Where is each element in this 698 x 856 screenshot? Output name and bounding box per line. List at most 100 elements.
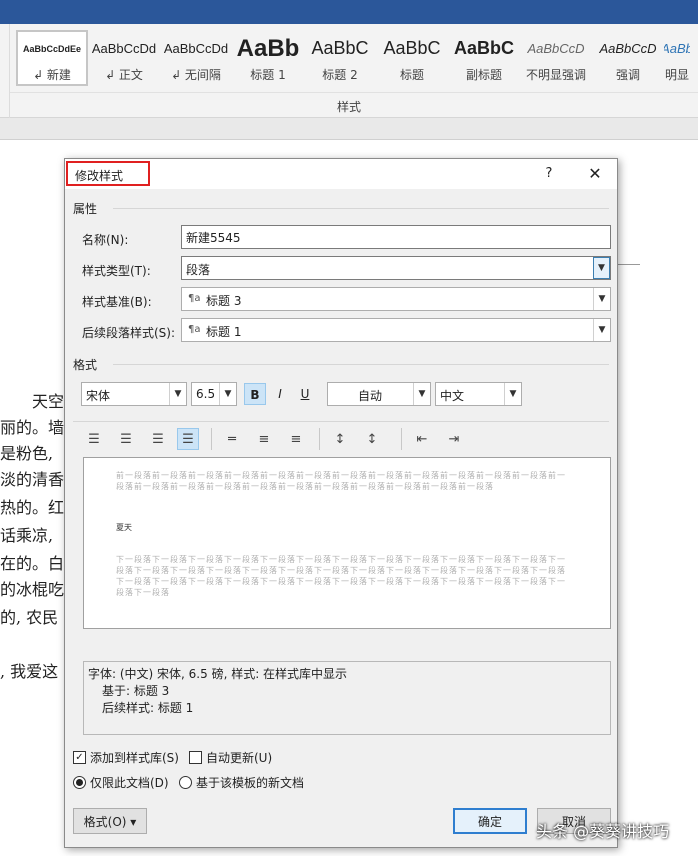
style-name: ↲ 无间隔	[171, 67, 221, 82]
doc-line: 丽的。墙	[0, 418, 65, 437]
align-right-icon[interactable]: ☰	[147, 428, 169, 450]
doc-line: 的, 农民	[0, 608, 59, 627]
glyph: ☰	[88, 431, 100, 447]
font-select[interactable]: 宋体 ▼	[81, 382, 187, 406]
chevron-down-icon[interactable]: ▼	[504, 383, 521, 405]
style-tile-emphasis[interactable]: AaBbCcD 强调	[592, 30, 664, 86]
font-color-value: 自动	[358, 389, 383, 403]
style-description: 字体: (中文) 宋体, 6.5 磅, 样式: 在样式库中显示 基于: 标题 3…	[83, 661, 611, 735]
chevron-down-icon[interactable]: ▼	[593, 257, 610, 279]
decrease-spacing-icon[interactable]: ↕	[361, 428, 383, 450]
style-tile-subtitle[interactable]: AaBbC 副标题	[448, 30, 520, 86]
checkmark-icon: ✓	[73, 751, 86, 764]
one-half-spacing-icon[interactable]: ≡	[253, 428, 275, 450]
italic-button[interactable]: I	[269, 383, 291, 405]
style-name: 标题 1	[250, 67, 286, 82]
style-preview: AaBbC	[311, 38, 369, 58]
format-menu-button[interactable]: 格式(O) ▾	[73, 808, 147, 834]
doc-line: 淡的清香	[0, 470, 65, 489]
modify-style-dialog: 修改样式 ? ✕ 属性 名称(N): 新建5545 样式类型(T): 段落 ▼ …	[64, 158, 618, 848]
align-center-icon[interactable]: ☰	[115, 428, 137, 450]
single-spacing-icon[interactable]: ═	[221, 428, 243, 450]
auto-update-checkbox[interactable]: 自动更新(U)	[189, 749, 272, 766]
chevron-down-icon[interactable]: ▼	[413, 383, 430, 405]
add-to-gallery-checkbox[interactable]: ✓ 添加到样式库(S)	[73, 749, 179, 766]
toolbar-separator	[319, 428, 320, 450]
glyph: ⇤	[416, 431, 428, 447]
style-name: 副标题	[465, 67, 502, 82]
style-preview: AaBbC	[383, 38, 441, 58]
style-preview: AaBbCcDd	[163, 41, 229, 56]
style-based-select[interactable]: ¶a 标题 3 ▼	[181, 287, 611, 311]
font-size-value: 6.5	[196, 387, 216, 401]
ribbon-group-label: 样式	[336, 100, 361, 114]
toolbar-separator	[211, 428, 212, 450]
only-this-document-label: 仅限此文档(D)	[90, 776, 169, 790]
style-preview: AaBb	[236, 34, 300, 62]
style-preview: AaBbCcDd	[91, 41, 157, 56]
glyph: ☰	[182, 431, 194, 447]
next-paragraph-text: 下一段落下一段落下一段落下一段落下一段落下一段落下一段落下一段落下一段落下一段落…	[116, 555, 566, 597]
only-this-document-radio[interactable]: 仅限此文档(D)	[73, 774, 169, 791]
style-tile-no-spacing[interactable]: AaBbCcDd ↲ 无间隔	[160, 30, 232, 86]
style-tile-heading2[interactable]: AaBbC 标题 2	[304, 30, 376, 86]
section-divider	[73, 421, 609, 422]
doc-line: , 我爱这	[0, 662, 59, 681]
dialog-title-bar: 修改样式 ? ✕	[65, 159, 617, 189]
style-preview: AaBbCcD	[527, 41, 585, 56]
glyph: ☰	[152, 431, 164, 447]
chevron-down-icon[interactable]: ▼	[169, 383, 186, 405]
bold-button[interactable]: B	[244, 383, 266, 405]
chevron-down-icon[interactable]: ▼	[593, 288, 610, 310]
style-tile-normal[interactable]: AaBbCcDd ↲ 正文	[88, 30, 160, 86]
style-gallery: AaBbCcDdEe ↲ 新建 AaBbCcDd ↲ 正文 AaBbCcDd ↲…	[16, 30, 690, 86]
next-style-select[interactable]: ¶a 标题 1 ▼	[181, 318, 611, 342]
ok-button[interactable]: 确定	[453, 808, 527, 834]
style-type-select[interactable]: 段落 ▼	[181, 256, 611, 280]
chevron-down-icon[interactable]: ▼	[593, 319, 610, 341]
style-name: 明显	[664, 67, 689, 82]
language-select[interactable]: 中文 ▼	[435, 382, 522, 406]
glyph: ☰	[120, 431, 132, 447]
doc-line: 热的。红	[0, 498, 65, 517]
style-tile-subtle-emphasis[interactable]: AaBbCcD 不明显强调	[520, 30, 592, 86]
paragraph-icon: ¶a	[188, 293, 201, 304]
style-preview: AaBbCcDdEe	[22, 43, 81, 54]
current-paragraph-text: 夏天	[116, 523, 132, 532]
glyph: ↕	[366, 431, 378, 447]
increase-indent-icon[interactable]: ⇥	[443, 428, 465, 450]
font-color-select[interactable]: 自动 ▼	[327, 382, 431, 406]
underline-button[interactable]: U	[294, 383, 316, 405]
style-tile-intense[interactable]: AaBb 明显	[664, 30, 690, 86]
style-tile-new[interactable]: AaBbCcDdEe ↲ 新建	[16, 30, 88, 86]
align-left-icon[interactable]: ☰	[83, 428, 105, 450]
paragraph-icon: ¶a	[188, 324, 201, 335]
format-section-label: 格式	[73, 358, 98, 372]
doc-line: 的冰棍吃	[0, 580, 65, 599]
properties-section-label: 属性	[73, 202, 98, 216]
radio-dot	[76, 779, 83, 786]
new-docs-template-radio[interactable]: 基于该模板的新文档	[179, 774, 304, 791]
font-size-select[interactable]: 6.5 ▼	[191, 382, 237, 406]
help-button[interactable]: ?	[539, 164, 559, 184]
double-spacing-icon[interactable]: ≡	[285, 428, 307, 450]
style-preview: AaBb	[664, 41, 690, 56]
increase-spacing-icon[interactable]: ↕	[329, 428, 351, 450]
justify-icon[interactable]: ☰	[177, 428, 199, 450]
glyph: ═	[228, 431, 236, 447]
name-label: 名称(N):	[82, 233, 129, 247]
name-field[interactable]: 新建5545	[181, 225, 611, 249]
next-style-label: 后续段落样式(S):	[82, 326, 176, 340]
style-tile-title[interactable]: AaBbC 标题	[376, 30, 448, 86]
glyph: ⇥	[448, 431, 460, 447]
style-based-value: 标题 3	[206, 294, 242, 308]
decrease-indent-icon[interactable]: ⇤	[411, 428, 433, 450]
style-preview: AaBbCcD	[599, 41, 657, 56]
chevron-down-icon[interactable]: ▼	[219, 383, 236, 405]
doc-line: 是粉色,	[0, 444, 54, 463]
close-button[interactable]: ✕	[583, 164, 607, 184]
next-style-value: 标题 1	[206, 325, 242, 339]
font-value: 宋体	[86, 389, 111, 403]
radio-empty-icon	[179, 776, 192, 789]
style-tile-heading1[interactable]: AaBb 标题 1	[232, 30, 304, 86]
